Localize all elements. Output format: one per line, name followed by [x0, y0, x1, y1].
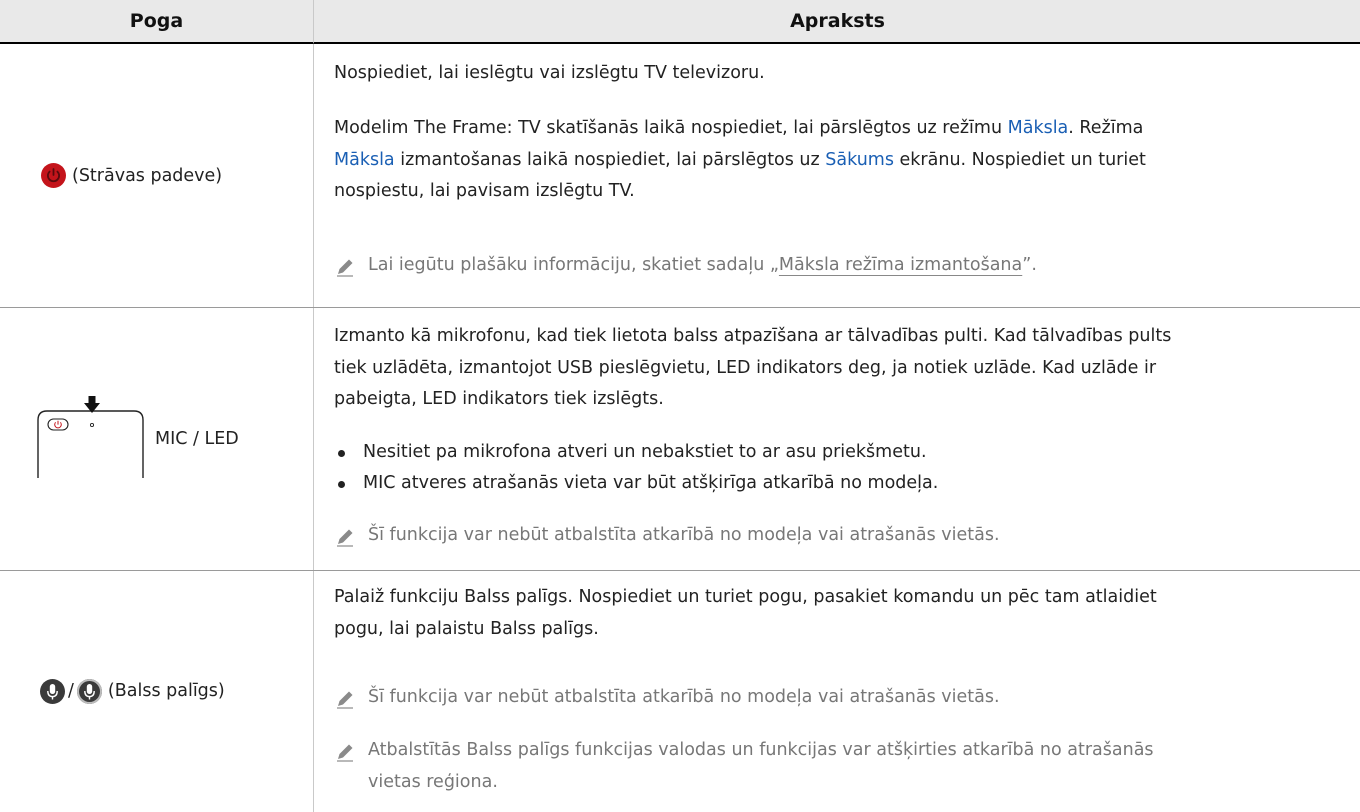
link-maksla-rezima-izmantosana[interactable]: Māksla režīma izmantošana — [779, 255, 1022, 275]
link-maksla-1[interactable]: Māksla — [1008, 118, 1069, 138]
power-button-icon — [41, 163, 66, 188]
pencil-note-icon — [337, 259, 353, 277]
table-row-mic-led: MIC / LED Izmanto kā mikrofonu, kad tiek… — [0, 307, 1360, 571]
key-cell-mic-led: MIC / LED — [0, 307, 313, 570]
list-item: MIC atveres atrašanās vieta var būt atšķ… — [334, 468, 938, 500]
mic-description: Izmanto kā mikrofonu, kad tiek lietota b… — [334, 326, 1172, 409]
key-separator: / — [68, 681, 74, 701]
mic-button-dark-icon — [40, 678, 65, 704]
power-description-2: Modelim The Frame: TV skatīšanās laikā n… — [334, 118, 1146, 201]
power-description-1: Nospiediet, lai ieslēgtu vai izslēgtu TV… — [334, 63, 765, 83]
remote-mic-location-icon — [37, 395, 144, 478]
key-cell-voice-assistant: / (Balss palīgs) — [0, 570, 313, 812]
column-header-button: Poga — [0, 0, 313, 44]
key-label-power: (Strāvas padeve) — [72, 165, 223, 186]
table-row-voice-assistant: / (Balss palīgs) Palaiž funkciju Balss p… — [0, 570, 1360, 812]
key-label-mic-led: MIC / LED — [155, 428, 239, 449]
link-sakums[interactable]: Sākums — [825, 150, 894, 170]
mic-note: Šī funkcija var nebūt atbalstīta atkarīb… — [334, 520, 1344, 552]
pencil-note-icon — [337, 691, 353, 709]
power-note: Lai iegūtu plašāku informāciju, skatiet … — [334, 250, 1344, 282]
table-row-power: (Strāvas padeve) Nospiediet, lai ieslēgt… — [0, 44, 1360, 308]
list-item: Nesitiet pa mikrofona atveri un nebaksti… — [334, 437, 927, 469]
mic-button-light-icon — [76, 678, 102, 704]
pencil-note-icon — [337, 744, 353, 762]
column-header-description: Apraksts — [313, 0, 1360, 44]
voice-note-1: Šī funkcija var nebūt atbalstīta atkarīb… — [334, 682, 1344, 714]
pencil-note-icon — [337, 529, 353, 547]
voice-description: Palaiž funkciju Balss palīgs. Nospiediet… — [334, 587, 1157, 639]
link-maksla-2[interactable]: Māksla — [334, 150, 395, 170]
voice-note-2: Atbalstītās Balss palīgs funkcijas valod… — [334, 735, 1344, 798]
key-cell-power: (Strāvas padeve) — [0, 44, 313, 307]
key-label-voice-assistant: (Balss palīgs) — [107, 681, 225, 701]
